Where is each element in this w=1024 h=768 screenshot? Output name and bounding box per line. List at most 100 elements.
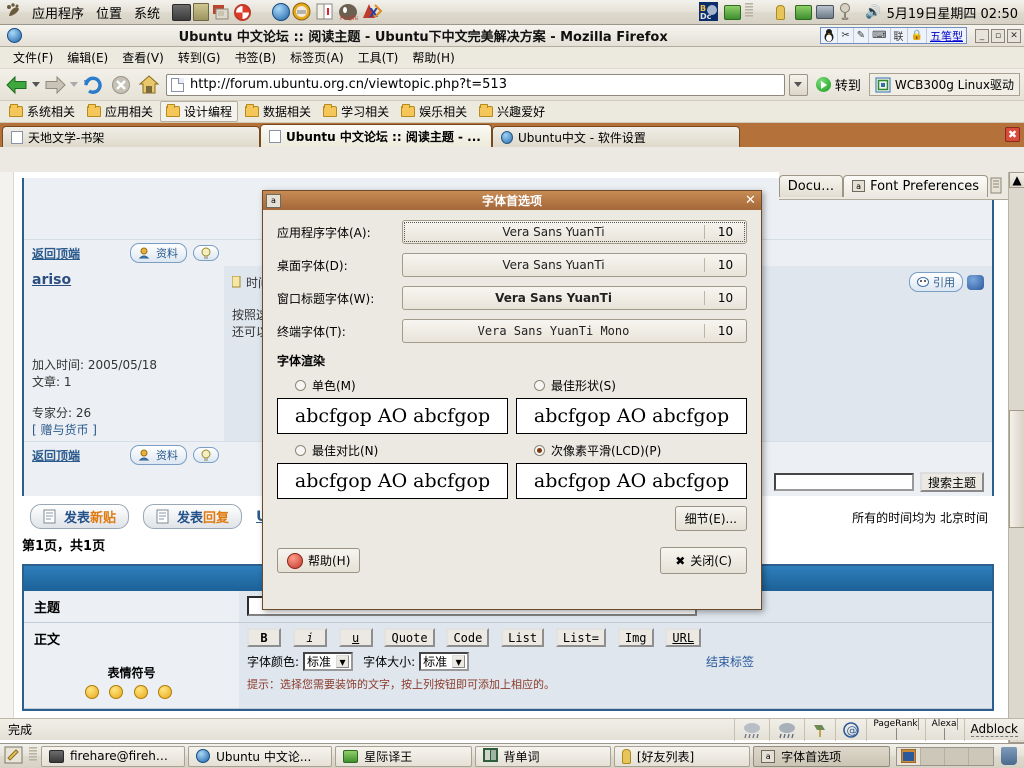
- go-button[interactable]: 转到: [810, 75, 867, 94]
- desktop-font-button[interactable]: Vera Sans YuanTi 10: [402, 253, 747, 277]
- radio-icon[interactable]: [295, 445, 306, 456]
- forward-dropdown-icon[interactable]: [70, 82, 78, 87]
- package-manager-icon[interactable]: [211, 2, 232, 23]
- terminal-icon[interactable]: [172, 3, 192, 21]
- page-scrollbar[interactable]: ▲ ▼: [1008, 172, 1024, 743]
- radio-icon[interactable]: [534, 445, 545, 456]
- toolbar-bookmark-button[interactable]: WCB300g Linux驱动: [868, 73, 1020, 96]
- home-icon[interactable]: [136, 72, 162, 98]
- keyboard-small-icon[interactable]: ⌨: [869, 28, 891, 43]
- bdc-icon[interactable]: B Dc: [698, 1, 720, 23]
- radio-icon[interactable]: [295, 380, 306, 391]
- minimize-button[interactable]: _: [975, 28, 989, 43]
- green-book2-icon[interactable]: [794, 4, 812, 20]
- taskbar-item-stardict[interactable]: 星际译王: [335, 745, 472, 767]
- taskbar-item-flashcards[interactable]: 背单词: [474, 745, 611, 767]
- dx-icon[interactable]: X: [361, 2, 383, 23]
- scissors-icon[interactable]: ✂: [838, 28, 854, 43]
- panel-menu-applications[interactable]: 应用程序: [26, 3, 90, 22]
- menu-bookmarks[interactable]: 书签(B): [227, 47, 283, 68]
- font-color-select[interactable]: 标准 ▾: [303, 652, 354, 671]
- plug-icon[interactable]: [838, 2, 859, 23]
- window-title-font-button[interactable]: Vera Sans YuanTi 10: [402, 286, 747, 310]
- bbcode-listeq-button[interactable]: List=: [555, 628, 607, 647]
- penguin-icon[interactable]: [821, 28, 839, 43]
- bbcode-underline-button[interactable]: u: [338, 628, 373, 647]
- bbcode-bold-button[interactable]: B: [247, 628, 281, 647]
- search-topic-button[interactable]: 搜索主题: [919, 472, 984, 492]
- terminal-font-button[interactable]: Vera Sans YuanTi Mono 10: [402, 319, 747, 343]
- workspace-4[interactable]: [968, 747, 993, 765]
- taskbar-handle-icon[interactable]: [29, 746, 37, 767]
- close-tab-button[interactable]: ✖: [1005, 127, 1020, 142]
- firefox-icon[interactable]: [272, 3, 291, 21]
- file-manager-icon[interactable]: [193, 3, 210, 21]
- font-size-select[interactable]: 标准 ▾: [419, 652, 470, 671]
- new-post-button[interactable]: 发表新贴: [30, 504, 130, 529]
- bookmark-folder-design[interactable]: 设计编程: [160, 101, 239, 122]
- quote-button[interactable]: 引用: [909, 272, 963, 292]
- at-icon[interactable]: @: [835, 718, 866, 741]
- keyboard-icon[interactable]: [744, 2, 766, 23]
- weather2-icon[interactable]: [769, 718, 804, 741]
- url-bar[interactable]: [166, 73, 785, 96]
- close-dialog-button[interactable]: ✖ 关闭(C): [660, 547, 747, 574]
- monochrome-radio-row[interactable]: 单色(M): [277, 375, 508, 398]
- subpixel-radio-row[interactable]: 次像素平滑(LCD)(P): [516, 440, 747, 463]
- ime-toolbar[interactable]: ✂ ✎ ⌨ 联 🔒 五笔型: [820, 27, 967, 44]
- post-status-icon[interactable]: [967, 274, 984, 290]
- window-tab-font-preferences[interactable]: a Font Preferences: [843, 174, 988, 197]
- taskbar-item-terminal[interactable]: firehare@fireh…: [41, 745, 186, 767]
- volume-icon[interactable]: 🔊: [863, 2, 884, 23]
- workspace-1[interactable]: [896, 747, 921, 765]
- weather-icon[interactable]: [734, 718, 769, 741]
- application-font-button[interactable]: Vera Sans YuanTi 10: [402, 220, 747, 244]
- bookmark-folder-hobby[interactable]: 兴趣爱好: [474, 102, 550, 121]
- bbcode-code-button[interactable]: Code: [446, 628, 490, 647]
- back-to-top-link[interactable]: 返回顶端: [32, 447, 80, 464]
- pen-icon[interactable]: ✎: [854, 28, 870, 43]
- reload-icon[interactable]: [80, 72, 106, 98]
- smiley-icon[interactable]: [157, 685, 172, 699]
- maximize-button[interactable]: ▫: [991, 28, 1005, 43]
- profile-button[interactable]: 资料: [130, 243, 188, 263]
- dictionary-icon[interactable]: [315, 2, 336, 23]
- post-author-name[interactable]: ariso: [32, 272, 216, 288]
- trash-icon[interactable]: [1000, 747, 1017, 765]
- workspace-3[interactable]: [944, 747, 969, 765]
- best-shapes-radio-row[interactable]: 最佳形状(S): [516, 375, 747, 398]
- show-desktop-icon[interactable]: [4, 746, 24, 766]
- bookmark-folder-data[interactable]: 数据相关: [240, 102, 316, 121]
- help-icon[interactable]: [234, 3, 252, 21]
- window-list-menu-icon[interactable]: [989, 177, 1003, 195]
- clock[interactable]: 5月19日星期四 02:50: [887, 3, 1018, 22]
- smiley-icon[interactable]: [85, 685, 100, 699]
- menu-tools[interactable]: 工具(T): [351, 47, 406, 68]
- menu-go[interactable]: 转到(G): [171, 47, 228, 68]
- bbcode-quote-button[interactable]: Quote: [384, 628, 435, 647]
- browser-tab-1[interactable]: 天地文学-书架: [2, 126, 260, 147]
- best-contrast-radio-row[interactable]: 最佳对比(N): [277, 440, 508, 463]
- stop-icon[interactable]: [108, 72, 134, 98]
- url-input[interactable]: [188, 76, 782, 93]
- pagerank-indicator[interactable]: PageRank: [866, 717, 924, 741]
- person-icon[interactable]: [770, 2, 791, 23]
- menu-help[interactable]: 帮助(H): [405, 47, 461, 68]
- browser-tab-2[interactable]: Ubuntu 中文论坛 :: 阅读主题 - ...: [260, 124, 492, 147]
- bookmark-folder-apps[interactable]: 应用相关: [82, 102, 158, 121]
- url-history-dropdown[interactable]: [788, 73, 808, 96]
- radio-icon[interactable]: [534, 380, 545, 391]
- back-dropdown-icon[interactable]: [32, 82, 40, 87]
- menu-view[interactable]: 查看(V): [115, 47, 171, 68]
- green-book-icon[interactable]: [723, 4, 741, 20]
- bookmark-folder-system[interactable]: 系统相关: [4, 102, 80, 121]
- details-button[interactable]: 细节(E)...: [674, 506, 747, 531]
- lock-icon[interactable]: 🔒: [908, 28, 927, 43]
- pm-button[interactable]: [193, 245, 220, 261]
- bbcode-url-button[interactable]: URL: [665, 628, 702, 647]
- display-icon[interactable]: [815, 5, 834, 19]
- panel-menu-system[interactable]: 系统: [128, 3, 166, 22]
- back-to-top-link[interactable]: 返回顶端: [32, 245, 80, 262]
- bookmark-folder-study[interactable]: 学习相关: [318, 102, 394, 121]
- menu-edit[interactable]: 编辑(E): [60, 47, 115, 68]
